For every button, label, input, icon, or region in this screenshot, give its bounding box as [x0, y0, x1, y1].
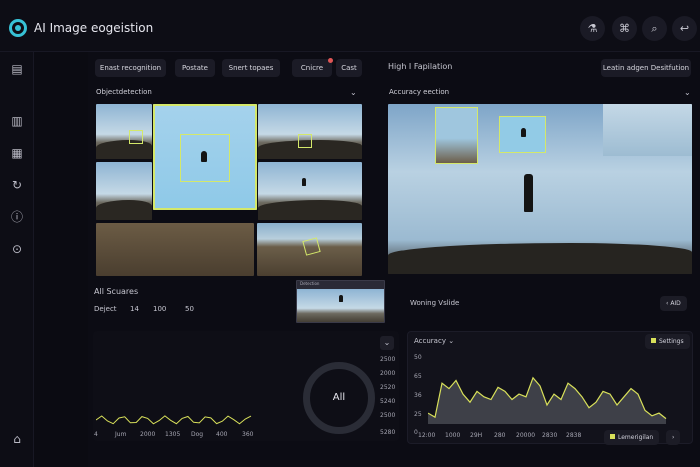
app-title: AI Image eogeistion [34, 21, 154, 35]
legend-swatch [610, 434, 615, 439]
x-tick: 360 [242, 431, 254, 438]
image-tile[interactable] [96, 223, 254, 276]
report-icon[interactable]: ▦ [8, 144, 26, 162]
topaes-button[interactable]: Snert topaes [222, 59, 280, 77]
x-tick: 280 [494, 432, 506, 439]
y-tick: 36 [414, 392, 422, 399]
detection-box [298, 134, 312, 148]
settings-label: Settings [659, 338, 684, 345]
settings-icon [651, 338, 656, 343]
search-icon[interactable]: ⌕ [642, 16, 667, 41]
accuracy-area-chart [428, 376, 667, 424]
sidebar: ▤ ▥ ▦ ↻ ⓘ ⊙ ⌂ [0, 52, 34, 467]
info-icon[interactable]: ⓘ [8, 208, 26, 226]
hill [258, 199, 362, 220]
y-tick: 5240 [380, 398, 396, 405]
inset-image [603, 104, 692, 156]
y-tick: 65 [414, 373, 422, 380]
accuracy-detection-title: Accuracy eection [389, 88, 450, 96]
image-tile-selected[interactable] [153, 104, 257, 210]
image-tile[interactable] [96, 104, 152, 159]
person-figure [302, 178, 306, 186]
person-figure [524, 174, 533, 212]
back-icon[interactable]: ↩ [672, 16, 697, 41]
accuracy-title: Accuracy [414, 337, 446, 345]
chevron-down-icon[interactable]: ⌄ [684, 88, 691, 97]
x-tick: 2830 [542, 432, 558, 439]
cnicre-label: Cnicre [300, 64, 324, 72]
ground [96, 223, 254, 276]
flask-icon[interactable]: ⚗ [580, 16, 605, 41]
series-line [96, 415, 252, 425]
x-tick: Dog [191, 431, 204, 438]
detection-thumbnail[interactable]: Detection [296, 280, 385, 323]
accuracy-dropdown[interactable]: Accuracy ⌄ [414, 337, 454, 345]
trend-line-chart [96, 415, 252, 425]
hill [388, 243, 692, 274]
person-figure [339, 295, 343, 302]
detection-box [129, 130, 143, 144]
notification-dot [328, 58, 333, 63]
y-tick: 2500 [380, 356, 396, 363]
distribution-button[interactable]: Leatin adgen Desitfution [601, 59, 691, 77]
accuracy-image[interactable] [388, 104, 692, 274]
x-tick: 29H [470, 432, 483, 439]
aid-button[interactable]: ‹ AID [660, 296, 687, 311]
x-tick: 400 [216, 431, 228, 438]
settings-button[interactable]: Settings [645, 334, 690, 349]
deject-value-1: 14 [130, 305, 139, 313]
detection-box [435, 107, 478, 164]
object-detection-title: Objectdetection [96, 88, 152, 96]
home-icon[interactable]: ⌂ [8, 430, 26, 448]
hill [96, 199, 152, 220]
aid-label: AID [670, 300, 681, 307]
image-tile[interactable] [258, 162, 362, 220]
y-tick: 2500 [380, 412, 396, 419]
legend-badge[interactable]: Lemerigilan [604, 430, 660, 445]
y-tick: 5280 [380, 429, 396, 436]
chevron-down-icon[interactable]: ⌄ [350, 88, 357, 97]
x-tick: Jum [115, 431, 127, 438]
tag-icon[interactable]: ⌘ [612, 16, 637, 41]
image-tile[interactable] [96, 162, 152, 220]
image-tile[interactable] [257, 223, 362, 276]
all-squares-title: All Scuares [94, 287, 139, 296]
series-area [428, 377, 666, 424]
postate-button[interactable]: Postate [175, 59, 215, 77]
top-bar: AI Image eogeistion ⚗ ⌘ ⌕ ↩ [0, 0, 700, 52]
x-tick: 4 [94, 431, 98, 438]
y-tick: 25 [414, 411, 422, 418]
logo-icon [9, 19, 27, 37]
cnicre-button[interactable]: Cnicre [292, 58, 333, 77]
x-tick: 20000 [516, 432, 536, 439]
right-toolbar-title: High I Fapilation [388, 62, 453, 71]
y-tick: 2520 [380, 384, 396, 391]
thumbnail-caption: Detection [300, 281, 320, 286]
x-tick: 1305 [165, 431, 181, 438]
recognition-button[interactable]: Enast recognition [95, 59, 166, 77]
chevron-down-icon[interactable]: ⌄ [380, 336, 394, 350]
x-tick: 2000 [140, 431, 156, 438]
x-tick: 2838 [566, 432, 582, 439]
hill [96, 139, 152, 159]
bar-chart-icon[interactable]: ▥ [8, 112, 26, 130]
deject-label: Deject [94, 305, 117, 313]
warning-title: Woning Vslide [410, 299, 460, 307]
image-tile[interactable] [258, 104, 362, 159]
next-button[interactable]: › [666, 430, 681, 445]
deject-value-3: 50 [185, 305, 194, 313]
x-tick: 1000 [445, 432, 461, 439]
cast-button[interactable]: Cast [336, 59, 362, 77]
donut-label: All [332, 392, 346, 403]
person-figure [521, 128, 526, 137]
y-tick: 2000 [380, 370, 396, 377]
deject-value-2: 100 [153, 305, 167, 313]
x-tick: 12:00 [418, 432, 436, 439]
document-icon[interactable]: ▤ [8, 60, 26, 78]
refresh-icon[interactable]: ↻ [8, 176, 26, 194]
y-tick: 50 [414, 354, 422, 361]
person-figure [201, 151, 207, 162]
help-icon[interactable]: ⊙ [8, 240, 26, 258]
legend-label: Lemerigilan [618, 434, 654, 441]
